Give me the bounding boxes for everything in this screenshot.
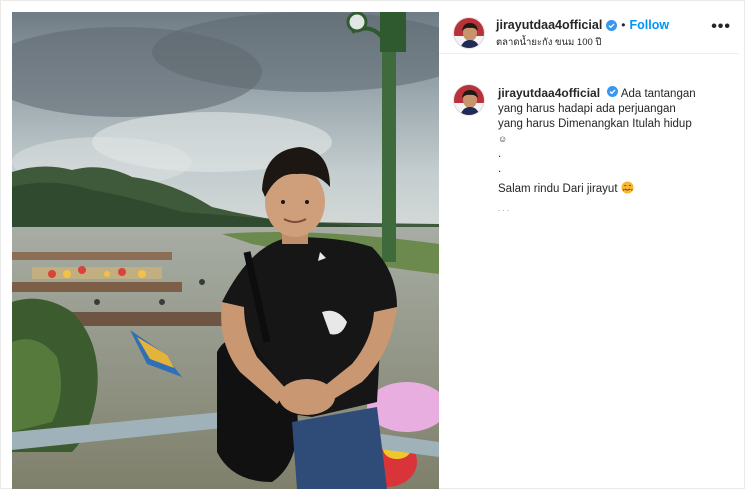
post-window: jirayutdaa4official • Follow ตลาดน้ำยะกั… — [0, 0, 745, 489]
caption-avatar[interactable] — [453, 84, 485, 116]
caption-line-4: ☺ — [498, 134, 508, 144]
verified-badge-icon — [606, 19, 618, 31]
avatar-image — [454, 18, 484, 48]
header-title-row: jirayutdaa4official • Follow — [496, 18, 669, 32]
post-side-panel: jirayutdaa4official • Follow ตลาดน้ำยะกั… — [439, 12, 739, 489]
caption-line-7-row: Salam rindu Dari jirayut — [498, 181, 728, 197]
smiling-face-with-hearts-icon — [621, 181, 634, 194]
caption-line-8: . . . — [498, 204, 510, 213]
location-link[interactable]: ตลาดน้ำยะกัง ขนม 100 ปี — [496, 35, 601, 50]
avatar[interactable] — [453, 17, 485, 49]
caption-line-7: Salam rindu Dari jirayut — [498, 183, 618, 195]
separator-dot: • — [621, 18, 626, 32]
caption-line: jirayutdaa4official Ada tantangan — [498, 86, 728, 102]
verified-badge-icon — [607, 86, 619, 97]
caption-text: jirayutdaa4official Ada tantangan yang h… — [498, 86, 728, 216]
follow-button[interactable]: Follow — [630, 18, 670, 32]
caption-line-5: . — [498, 148, 502, 160]
post-header: jirayutdaa4official • Follow ตลาดน้ำยะกั… — [439, 12, 739, 54]
caption-line-1: Ada tantangan — [620, 88, 696, 100]
post-photo[interactable] — [12, 12, 439, 489]
caption-line-2: yang harus hadapi ada perjuangan — [498, 103, 676, 115]
caption-line-3: yang harus Dimenangkan Itulah hidup — [498, 118, 692, 130]
caption-avatar-image — [454, 85, 484, 115]
username-link[interactable]: jirayutdaa4official — [496, 18, 602, 32]
post-photo-image — [12, 12, 439, 489]
more-options-icon[interactable]: ••• — [711, 18, 731, 36]
caption-line-6: . — [498, 163, 502, 175]
caption-username-link[interactable]: jirayutdaa4official — [498, 86, 600, 100]
